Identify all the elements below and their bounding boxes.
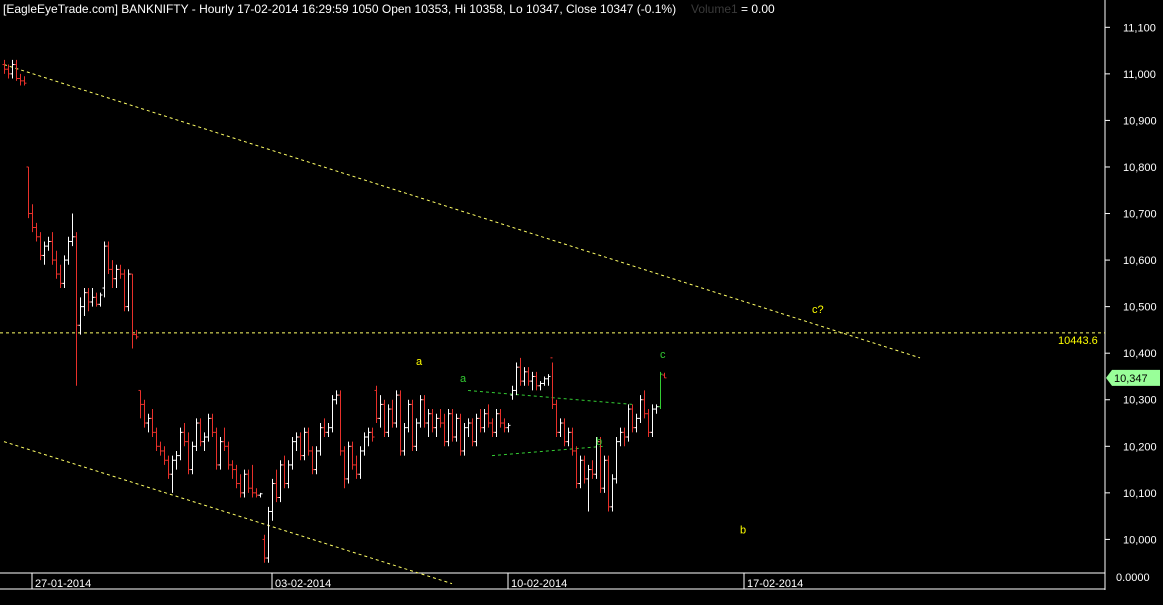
wave-label: a: [460, 373, 467, 385]
y-tick-label: 10,700: [1123, 209, 1157, 221]
chart-background: [0, 0, 1163, 605]
x-tick-label: 10-02-2014: [511, 578, 567, 590]
y-tick-label: 11,100: [1123, 22, 1156, 34]
volume-value: = 0.00: [741, 2, 775, 16]
y-tick-label: 11,000: [1123, 69, 1156, 81]
wave-label: b: [596, 436, 602, 448]
wave-label: c: [660, 349, 666, 361]
wave-label: a: [416, 356, 423, 368]
x-tick-label: 03-02-2014: [275, 578, 331, 590]
y-tick-label: 10,000: [1123, 534, 1157, 546]
y-tick-label: 10,100: [1123, 488, 1157, 500]
last-price-label: 10,347: [1114, 373, 1148, 385]
y-tick-label: 10,200: [1123, 441, 1157, 453]
y-tick-label: 10,600: [1123, 255, 1157, 267]
y-tick-label: 10,500: [1123, 302, 1157, 314]
volume-axis-zero-label: 0.0000: [1116, 572, 1150, 584]
horizontal-level-label: 10443.6: [1058, 335, 1098, 347]
y-tick-label: 10,800: [1123, 162, 1157, 174]
wave-label: b: [740, 524, 746, 536]
wave-label: c?: [812, 304, 824, 316]
y-tick-label: 10,400: [1123, 348, 1157, 360]
chart-title: [EagleEyeTrade.com] BANKNIFTY - Hourly 1…: [3, 2, 676, 16]
price-chart: 11,100 11,000 10,900 10,800 10,700 10,600 10,5…: [0, 0, 1163, 605]
y-tick-label: 10,900: [1123, 115, 1157, 127]
x-tick-label: 17-02-2014: [747, 578, 803, 590]
y-tick-label: 10,300: [1123, 395, 1157, 407]
volume-label: Volume1: [691, 2, 738, 16]
x-tick-label: 27-01-2014: [35, 578, 91, 590]
